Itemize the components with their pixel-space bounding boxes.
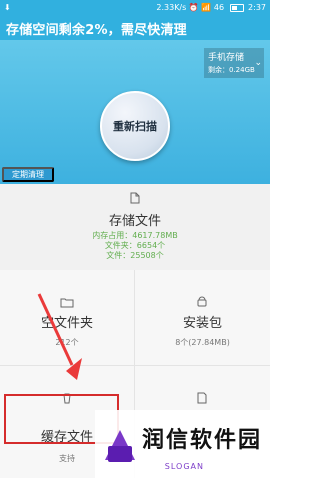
storage-remaining: 剩余：0.24GB	[208, 66, 255, 74]
brand-logo-icon	[105, 430, 135, 462]
screen: ⬇ 2.33K/s ⏰ 📶 46 2:37 存储空间剩余2%，需尽快清理 手机存…	[0, 0, 270, 478]
header: 存储空间剩余2%，需尽快清理	[0, 16, 270, 40]
download-icon: ⬇	[4, 3, 11, 12]
empty-folder-card[interactable]: 空文件夹 212个	[0, 270, 135, 366]
page-title: 存储空间剩余2%，需尽快清理	[6, 23, 187, 38]
folder-icon	[60, 298, 74, 308]
install-package-card[interactable]: 安装包 8个(27.84MB)	[135, 270, 270, 366]
chevron-down-icon: ⌄	[254, 58, 262, 68]
status-bar: ⬇ 2.33K/s ⏰ 📶 46 2:37	[0, 0, 270, 16]
empty-folder-label: 空文件夹	[40, 316, 93, 331]
storage-files-card[interactable]: 存储文件 内存占用：4617.78MB 文件夹：6654个 文件：25508个	[0, 184, 270, 271]
android-icon	[197, 296, 207, 307]
install-package-sub: 8个(27.84MB)	[175, 338, 230, 347]
schedule-clean-label: 定期清理	[12, 170, 44, 179]
status-time: 2:37	[248, 3, 266, 12]
rescan-button[interactable]: 重新扫描	[100, 91, 170, 161]
rescan-label: 重新扫描	[113, 121, 157, 133]
status-network: 2.33K/s ⏰ 📶 46	[156, 3, 225, 12]
watermark: 润信软件园 SLOGAN	[95, 410, 270, 478]
brand-slogan: SLOGAN	[164, 462, 204, 471]
brand-name: 润信软件园	[141, 428, 262, 453]
document-icon	[197, 392, 207, 404]
schedule-clean-button[interactable]: 定期清理	[2, 167, 54, 182]
file-icon	[130, 192, 140, 204]
empty-folder-count: 212个	[55, 338, 79, 347]
storage-selector[interactable]: 手机存储 剩余：0.24GB ⌄	[204, 48, 264, 78]
status-right: 2.33K/s ⏰ 📶 46 2:37	[156, 3, 266, 12]
file-count: 文件：25508个	[106, 251, 164, 260]
status-left: ⬇	[4, 3, 11, 12]
storage-files-title: 存储文件	[108, 214, 161, 229]
install-package-label: 安装包	[182, 316, 222, 331]
battery-icon	[230, 3, 245, 12]
storage-title: 手机存储	[208, 53, 245, 63]
